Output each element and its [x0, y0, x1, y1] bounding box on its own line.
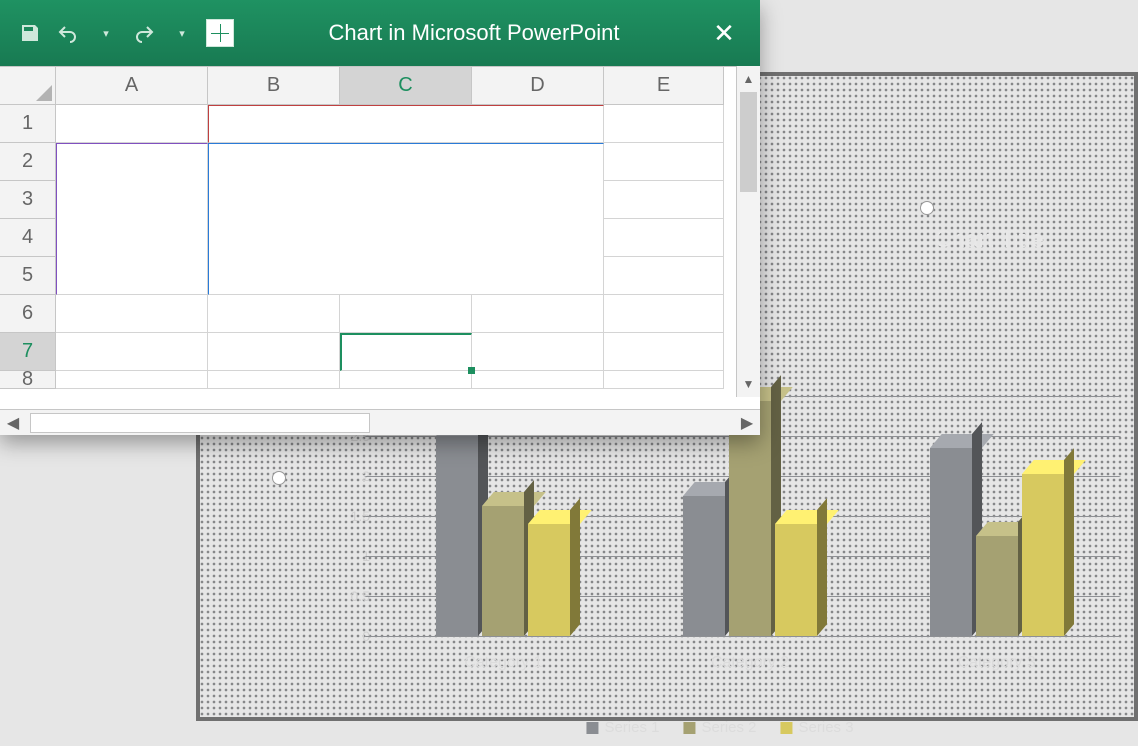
titlebar[interactable]: ▾ ▾ Chart in Microsoft PowerPoint ✕ [0, 0, 760, 66]
cell[interactable]: Category 4 [56, 257, 208, 295]
cell[interactable] [604, 181, 724, 219]
bar-series2[interactable] [729, 401, 771, 636]
row-header[interactable]: 1 [0, 105, 56, 143]
cell[interactable]: 2.4 [340, 143, 472, 181]
cell[interactable] [56, 333, 208, 371]
window-title: Chart in Microsoft PowerPoint [244, 20, 704, 46]
undo-icon[interactable] [54, 19, 82, 47]
cell[interactable]: Series 3 [472, 105, 604, 143]
bar-series2[interactable] [976, 536, 1018, 636]
cell[interactable] [604, 105, 724, 143]
legend-swatch-icon [781, 722, 793, 734]
cell[interactable]: 4.4 [340, 181, 472, 219]
selection-handle[interactable] [920, 201, 934, 215]
row-header[interactable]: 5 [0, 257, 56, 295]
row-header[interactable]: 2 [0, 143, 56, 181]
cell[interactable]: 2.8 [340, 257, 472, 295]
cell[interactable]: 3.5 [208, 219, 340, 257]
col-header[interactable]: A [56, 67, 208, 105]
cell[interactable]: 2 [472, 181, 604, 219]
chart-legend[interactable]: Series 1 Series 2 Series 3 [586, 719, 853, 736]
cell[interactable]: 4.3 [208, 143, 340, 181]
row-header[interactable]: 8 [0, 371, 56, 389]
horizontal-scrollbar[interactable]: ◀ ▶ [0, 409, 760, 435]
undo-dropdown-icon[interactable]: ▾ [92, 19, 120, 47]
row-header[interactable]: 3 [0, 181, 56, 219]
row-header[interactable]: 4 [0, 219, 56, 257]
bar-group[interactable]: Category 3 [907, 356, 1087, 636]
bar-series1[interactable] [436, 436, 478, 636]
cell[interactable] [340, 333, 472, 371]
save-icon[interactable] [16, 19, 44, 47]
cell[interactable]: Category 3 [56, 219, 208, 257]
cell[interactable]: Category 1 [56, 143, 208, 181]
cell[interactable]: Series 1 [208, 105, 340, 143]
select-all-corner[interactable] [0, 67, 56, 105]
cell[interactable] [340, 295, 472, 333]
scroll-down-icon[interactable]: ▼ [737, 371, 760, 397]
cell[interactable] [604, 143, 724, 181]
bar-series2[interactable] [482, 506, 524, 636]
cell[interactable]: 5 [472, 257, 604, 295]
row-header[interactable]: 7 [0, 333, 56, 371]
cell[interactable] [208, 333, 340, 371]
chart-title[interactable]: Chart Title [935, 226, 1044, 254]
bar-series3[interactable] [528, 524, 570, 636]
cell[interactable]: 4.5 [208, 257, 340, 295]
cell[interactable]: Category 2 [56, 181, 208, 219]
col-header[interactable]: E [604, 67, 724, 105]
bar-series3[interactable] [775, 524, 817, 636]
col-header[interactable]: C [340, 67, 472, 105]
scroll-up-icon[interactable]: ▲ [737, 66, 760, 92]
legend-swatch-icon [586, 722, 598, 734]
legend-label: Series 1 [604, 719, 659, 736]
cell[interactable]: 3 [472, 219, 604, 257]
cell[interactable] [604, 219, 724, 257]
cell[interactable] [604, 257, 724, 295]
cell[interactable] [56, 371, 208, 389]
cell[interactable] [472, 295, 604, 333]
row-header[interactable]: 6 [0, 295, 56, 333]
bar-series1[interactable] [930, 448, 972, 636]
category-label: Category 1 [464, 654, 542, 672]
cell[interactable] [472, 333, 604, 371]
excel-data-window[interactable]: ▾ ▾ Chart in Microsoft PowerPoint ✕ A B … [0, 0, 760, 435]
scroll-thumb[interactable] [740, 92, 757, 192]
selection-handle[interactable] [272, 471, 286, 485]
cell[interactable]: 1.8 [340, 219, 472, 257]
scroll-left-icon[interactable]: ◀ [0, 413, 26, 433]
col-header[interactable]: D [472, 67, 604, 105]
cell[interactable] [604, 333, 724, 371]
legend-label: Series 3 [799, 719, 854, 736]
bar-series1[interactable] [683, 496, 725, 636]
legend-item[interactable]: Series 2 [683, 719, 756, 736]
bar-series3[interactable] [1022, 474, 1064, 636]
col-header[interactable]: B [208, 67, 340, 105]
cell[interactable] [604, 295, 724, 333]
redo-icon[interactable] [130, 19, 158, 47]
cell[interactable] [472, 371, 604, 389]
cell[interactable]: 2 [472, 143, 604, 181]
excel-app-icon [206, 19, 234, 47]
close-button[interactable]: ✕ [704, 18, 744, 49]
legend-label: Series 2 [701, 719, 756, 736]
legend-item[interactable]: Series 3 [781, 719, 854, 736]
redo-dropdown-icon[interactable]: ▾ [168, 19, 196, 47]
cell[interactable]: 2.5 [208, 181, 340, 219]
vertical-scrollbar[interactable]: ▲ ▼ [736, 66, 760, 397]
legend-swatch-icon [683, 722, 695, 734]
scroll-right-icon[interactable]: ▶ [734, 413, 760, 433]
cell[interactable] [208, 371, 340, 389]
cell[interactable] [208, 295, 340, 333]
spreadsheet[interactable]: A B C D E 1 Series 1 Series 2 Series 3 2… [0, 66, 760, 435]
legend-item[interactable]: Series 1 [586, 719, 659, 736]
cell[interactable] [56, 105, 208, 143]
cell[interactable] [340, 371, 472, 389]
category-label: Category 3 [958, 654, 1036, 672]
cell[interactable]: Series 2 [340, 105, 472, 143]
cell[interactable] [604, 371, 724, 389]
cell[interactable] [56, 295, 208, 333]
scroll-track[interactable] [30, 413, 370, 433]
category-label: Category 2 [711, 654, 789, 672]
